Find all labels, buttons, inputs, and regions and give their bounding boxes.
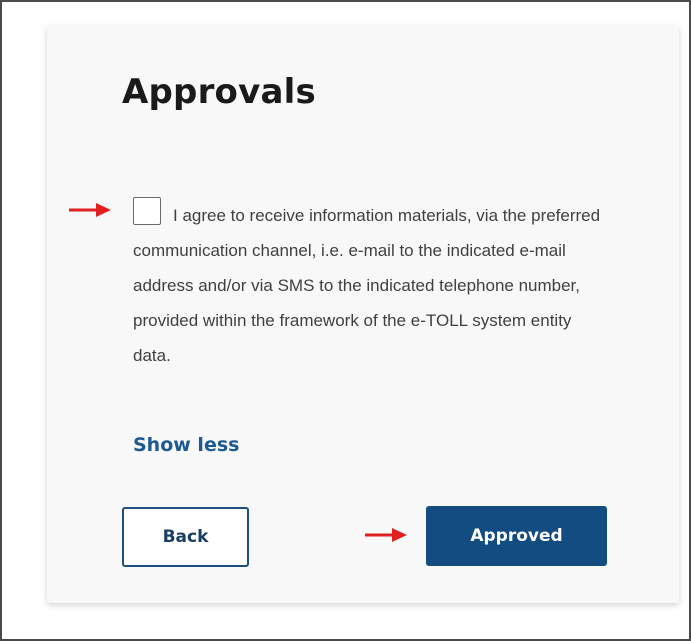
consent-checkbox[interactable] (133, 197, 161, 225)
screenshot-frame: Approvals I agree to receive information… (0, 0, 691, 641)
approved-button[interactable]: Approved (426, 506, 607, 566)
consent-text: I agree to receive information materials… (133, 206, 601, 365)
back-button[interactable]: Back (122, 507, 249, 567)
page-title: Approvals (122, 72, 316, 112)
right-arrow-icon (69, 203, 111, 217)
right-arrow-icon (365, 528, 407, 542)
show-less-link[interactable]: Show less (133, 434, 239, 456)
